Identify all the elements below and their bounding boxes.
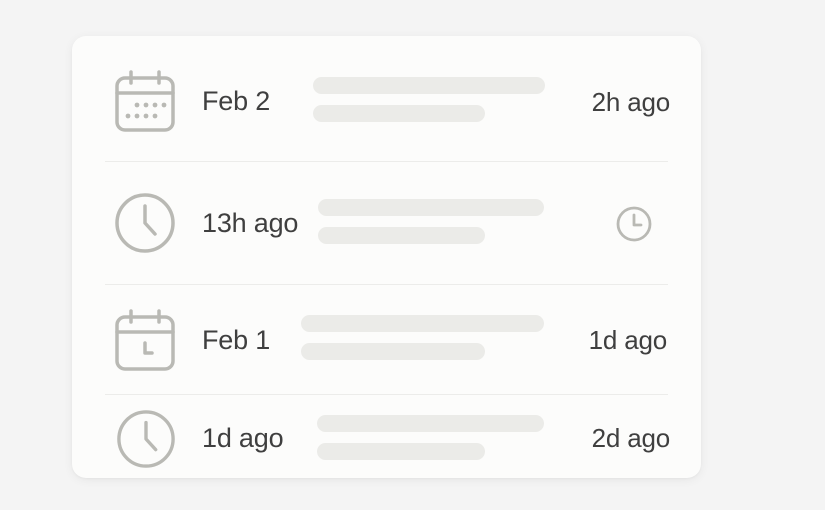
item-date-label: Feb 1 bbox=[202, 325, 271, 355]
list-item[interactable]: 1d ago 2d ago bbox=[72, 395, 701, 478]
calendar-icon bbox=[114, 69, 176, 133]
list-item[interactable]: 13h ago bbox=[72, 162, 701, 284]
placeholder-line bbox=[313, 105, 485, 122]
item-date-label: Feb 2 bbox=[202, 86, 271, 116]
placeholder-line bbox=[301, 315, 544, 332]
placeholder-line bbox=[318, 227, 485, 244]
clock-icon bbox=[114, 192, 176, 254]
clock-icon bbox=[616, 206, 652, 242]
placeholder-line bbox=[318, 199, 544, 216]
item-date-label: 1d ago bbox=[202, 423, 284, 453]
list-item[interactable]: Feb 2 2h ago bbox=[72, 36, 701, 162]
list-item[interactable]: Feb 1 1d ago bbox=[72, 285, 701, 395]
activity-feed-card: Feb 2 2h ago 13h ago Feb 1 1d ago 1d ago… bbox=[72, 36, 701, 478]
item-timestamp: 2d ago bbox=[591, 423, 671, 453]
placeholder-line bbox=[317, 415, 544, 432]
calendar-icon bbox=[114, 308, 176, 372]
placeholder-line bbox=[301, 343, 485, 360]
clock-icon bbox=[116, 409, 176, 469]
item-date-label: 13h ago bbox=[202, 208, 299, 238]
item-timestamp: 2h ago bbox=[591, 87, 671, 117]
placeholder-line bbox=[313, 77, 545, 94]
placeholder-line bbox=[317, 443, 485, 460]
item-timestamp: 1d ago bbox=[588, 325, 668, 355]
